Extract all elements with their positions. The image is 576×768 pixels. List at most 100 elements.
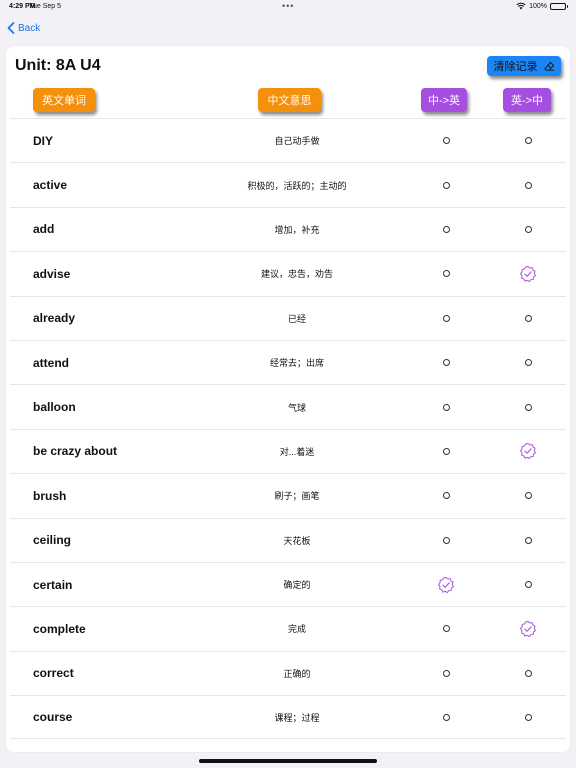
meaning-cell: 天花板 [283,535,311,546]
column-header-zh-to-en[interactable]: 中->英 [421,88,467,112]
column-header-en-to-zh[interactable]: 英->中 [503,88,551,112]
status-indicators: 100% [516,2,568,10]
zh-to-en-circle-icon[interactable] [434,252,458,295]
page-title: Unit: 8A U4 [15,57,101,74]
home-indicator[interactable] [199,759,377,763]
column-header-chinese-meaning[interactable]: 中文意思 [258,88,321,112]
table-row[interactable]: attend 经常去；出席 [10,339,566,384]
chevron-left-icon [7,22,15,34]
en-to-zh-circle-icon[interactable] [516,696,540,738]
word-cell: complete [33,621,86,636]
meaning-cell: 课程；过程 [274,712,320,723]
table-row[interactable]: already 已经 [10,295,566,340]
table-row[interactable]: DIY 自己动手做 [10,118,566,162]
circle-icon [524,713,532,721]
table-row[interactable]: correct 正确的 [10,650,566,695]
word-cell: course [33,710,73,725]
status-date: Tue Sep 5 [29,3,62,10]
table-row[interactable]: certain 确定的 [10,561,566,606]
circle-icon [524,225,532,233]
clear-records-button[interactable]: 清除记录 [487,56,561,76]
circle-icon [524,181,532,189]
table-row[interactable]: advise 建议，忠告，劝告 [10,251,566,295]
zh-to-en-circle-icon[interactable] [434,519,458,562]
word-table: DIY 自己动手做 active 积极的，活跃的；主动的 add 增加，补充 advise 建… [10,118,566,740]
word-cell: certain [33,577,73,592]
circle-icon [442,625,450,633]
en-to-zh-circle-icon[interactable] [516,297,540,340]
eraser-icon [543,61,554,71]
zh-to-en-circle-icon[interactable] [434,474,458,517]
meaning-cell: 增加，补充 [274,224,320,235]
zh-to-en-circle-icon[interactable] [434,341,458,384]
zh-to-en-circle-icon[interactable] [434,297,458,340]
en-to-zh-circle-icon[interactable] [516,208,540,251]
en-to-zh-circle-icon[interactable] [516,385,540,428]
circle-icon [442,403,450,411]
meaning-cell: 已经 [287,313,306,324]
clear-records-label: 清除记录 [493,61,538,73]
meaning-cell: 确定的 [283,580,311,591]
en-to-zh-circle-icon[interactable] [516,163,540,206]
circle-icon [442,713,450,721]
circle-icon [442,359,450,367]
zh-to-en-circle-icon[interactable] [434,163,458,206]
word-cell: advise [33,266,71,281]
en-to-zh-check-badge-icon[interactable] [516,430,540,473]
en-to-zh-check-badge-icon[interactable] [516,252,540,295]
en-to-zh-check-badge-icon[interactable] [516,607,540,650]
wifi-icon [516,2,526,10]
word-cell: DIY [33,133,54,148]
circle-icon [442,669,450,677]
zh-to-en-circle-icon[interactable] [434,696,458,738]
meaning-cell: 建议，忠告，劝告 [260,269,333,280]
word-cell: correct [33,666,74,681]
zh-to-en-circle-icon[interactable] [434,652,458,695]
zh-to-en-check-badge-icon[interactable] [434,563,458,606]
table-row[interactable]: be crazy about 对...着迷 [10,428,566,473]
status-bar: 4:29 PM Tue Sep 5 ••• 100% [0,0,576,14]
battery-icon [550,2,568,10]
word-cell: attend [33,355,69,370]
zh-to-en-circle-icon[interactable] [434,119,458,162]
en-to-zh-circle-icon[interactable] [516,519,540,562]
en-to-zh-circle-icon[interactable] [516,341,540,384]
table-row[interactable]: balloon 气球 [10,384,566,428]
circle-icon [442,225,450,233]
word-cell: ceiling [33,533,72,548]
zh-to-en-circle-icon[interactable] [434,208,458,251]
meaning-cell: 正确的 [283,668,311,679]
zh-to-en-circle-icon[interactable] [434,607,458,650]
circle-icon [524,359,532,367]
back-button[interactable]: Back [7,20,40,36]
column-header-english-word[interactable]: 英文单词 [33,88,95,112]
zh-to-en-circle-icon[interactable] [434,385,458,428]
circle-icon [442,270,450,278]
meaning-cell: 气球 [287,402,306,413]
circle-icon [442,137,450,145]
en-to-zh-circle-icon[interactable] [516,563,540,606]
circle-icon [524,581,532,589]
en-to-zh-circle-icon[interactable] [516,652,540,695]
word-cell: be crazy about [33,444,118,459]
table-row[interactable]: ceiling 天花板 [10,517,566,562]
table-row[interactable]: brush 刷子；画笔 [10,473,566,517]
table-row[interactable]: add 增加，补充 [10,206,566,251]
multitasking-dots[interactable]: ••• [282,1,294,11]
table-row[interactable]: course 课程；过程 [10,695,566,740]
meaning-cell: 刷子；画笔 [274,491,320,502]
meaning-cell: 对...着迷 [279,446,315,457]
circle-icon [442,314,450,322]
zh-to-en-circle-icon[interactable] [434,430,458,473]
circle-icon [524,669,532,677]
table-row[interactable]: complete 完成 [10,606,566,650]
word-cell: balloon [33,400,76,415]
meaning-cell: 完成 [287,624,306,635]
circle-icon [524,314,532,322]
circle-icon [524,137,532,145]
en-to-zh-circle-icon[interactable] [516,119,540,162]
table-row[interactable]: active 积极的，活跃的；主动的 [10,162,566,206]
word-cell: add [33,222,55,237]
circle-icon [524,492,532,500]
en-to-zh-circle-icon[interactable] [516,474,540,517]
